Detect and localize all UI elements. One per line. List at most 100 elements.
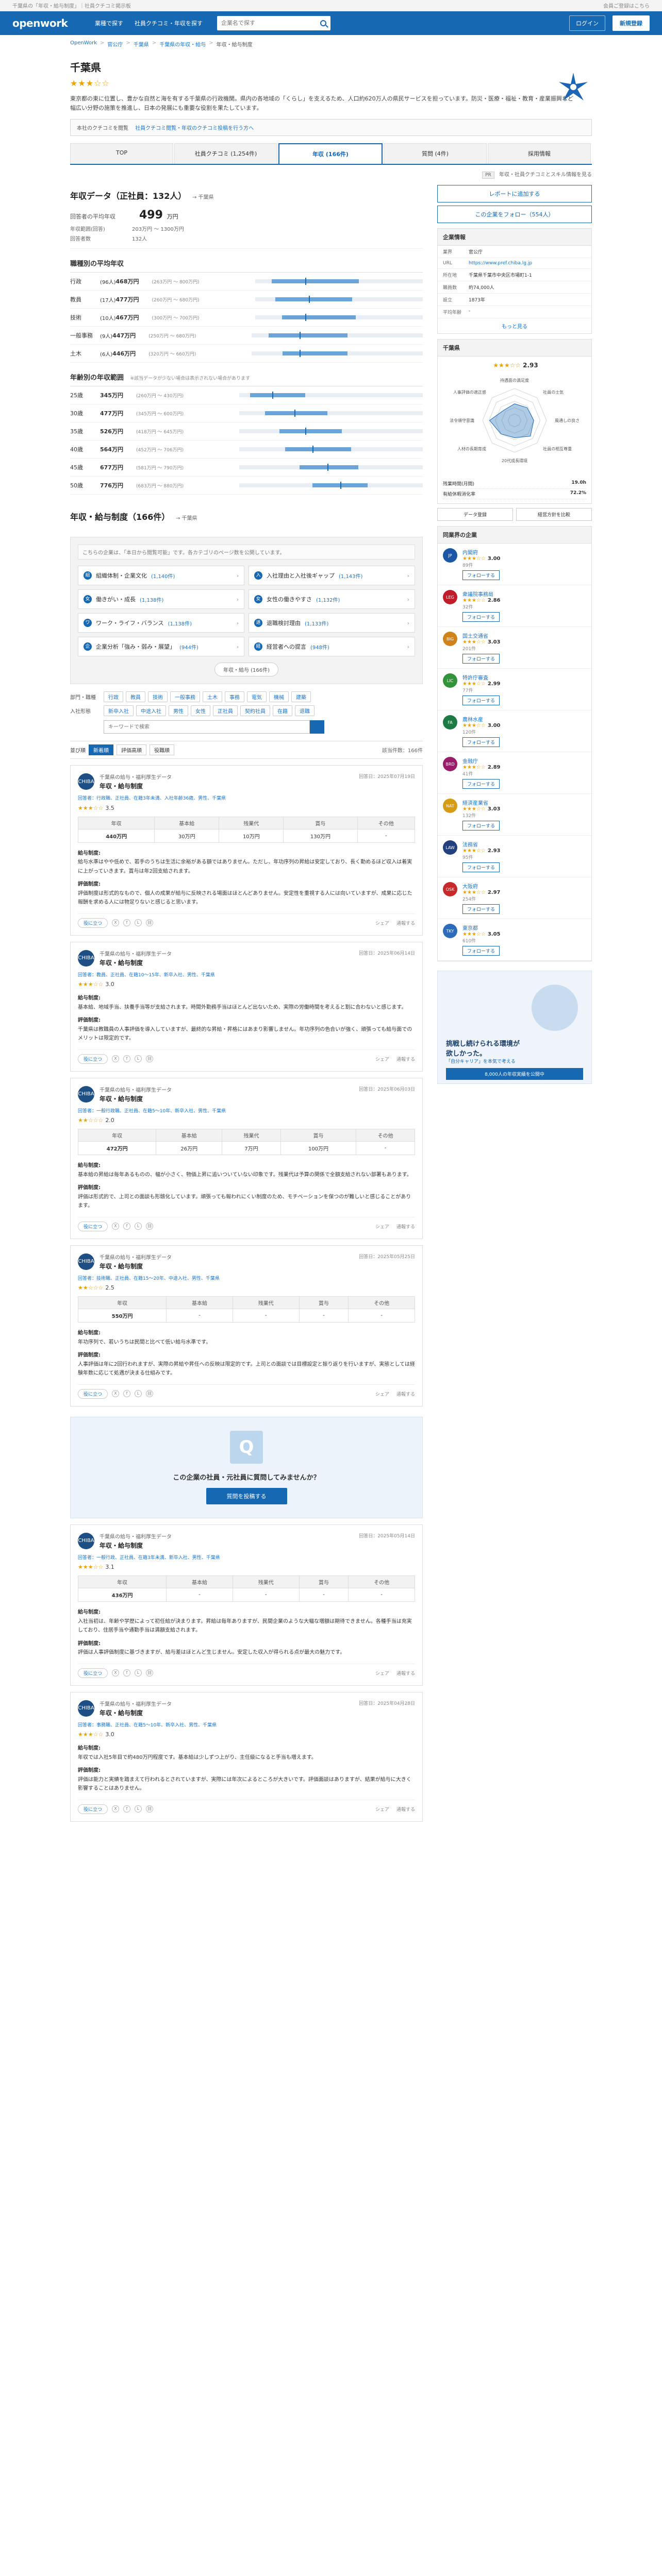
compare-company-name[interactable]: 大阪府 [462,882,501,890]
breadcrumb-item[interactable]: 官公庁 [107,40,123,48]
topic-item[interactable]: 企企業分析「強み・弱み・展望」 (944件) › [78,637,244,657]
review-category[interactable]: 千葉県の給与・福利厚生データ [100,952,172,957]
helpful-button[interactable]: 役に立つ [78,1668,108,1678]
filter-dept-chip[interactable]: 一般事務 [170,691,200,703]
header-search-input[interactable] [221,20,320,26]
login-button[interactable]: ログイン [569,15,605,31]
compare-company-name[interactable]: 金融庁 [462,757,501,765]
filter-dept-chip[interactable]: 建築 [291,691,311,703]
filter-join-chip[interactable]: 在籍 [273,705,292,717]
facebook-icon[interactable]: f [123,1223,131,1230]
follow-button[interactable]: フォローする [462,946,500,956]
report-link[interactable]: 通報する [396,1670,415,1676]
reviews-title-note[interactable]: → 千葉県 [176,516,197,521]
link-icon[interactable]: ⛓ [146,1390,154,1398]
review-category[interactable]: 千葉県の給与・福利厚生データ [100,1088,172,1093]
helpful-button[interactable]: 役に立つ [78,1054,108,1064]
share-link[interactable]: シェア [375,1223,389,1230]
follow-button[interactable]: フォローする [462,904,500,914]
filter-dept-chip[interactable]: 行政 [104,691,123,703]
review-category[interactable]: 千葉県の給与・福利厚生データ [100,1702,172,1707]
breadcrumb-item[interactable]: OpenWork [70,40,97,48]
compare-button[interactable]: 経営方針を比較 [516,508,592,521]
share-link[interactable]: シェア [375,1806,389,1812]
x-share-icon[interactable]: X [112,1390,120,1398]
filter-join-chip[interactable]: 新卒入社 [104,705,134,717]
topic-item[interactable]: 退退職検討理由 (1,133件) › [249,613,415,633]
filter-dept-chip[interactable]: 事務 [225,691,244,703]
keyword-search-button[interactable] [310,720,324,734]
follow-button[interactable]: フォローする [462,570,500,581]
filter-join-chip[interactable]: 男性 [169,705,188,717]
x-share-icon[interactable]: X [112,1669,120,1677]
facebook-icon[interactable]: f [123,919,131,927]
filter-join-chip[interactable]: 女性 [191,705,210,717]
cta-button[interactable]: 質問を投稿する [206,1487,287,1504]
report-link[interactable]: 通報する [396,1056,415,1062]
line-icon[interactable]: L [135,919,142,927]
follow-company-button[interactable]: この企業をフォロー（554人） [437,206,592,224]
share-link[interactable]: シェア [375,920,389,926]
helpful-button[interactable]: 役に立つ [78,1804,108,1814]
register-button[interactable]: 新規登録 [613,15,650,31]
filter-join-chip[interactable]: 退職 [295,705,315,717]
compare-company-name[interactable]: 国土交通省 [462,632,501,639]
ad-cta[interactable]: 8,000人の年収実績を公開中 [446,1068,583,1080]
breadcrumb-item[interactable]: 千葉県 [134,40,149,48]
breadcrumb-item[interactable]: 千葉県の年収・給与 [159,40,206,48]
tab-recruit[interactable]: 採用情報 [488,143,591,164]
search-icon[interactable] [320,20,326,26]
sort-newest[interactable]: 新着順 [89,744,113,756]
ad-banner[interactable]: 挑戦し続けられる環境が 欲しかった。 「自分キャリア」を本気で考える 8,000人… [437,971,592,1084]
sort-rating[interactable]: 評価高順 [117,744,146,756]
follow-button[interactable]: フォローする [462,612,500,622]
compare-company-name[interactable]: 農林水産 [462,715,501,723]
follow-button[interactable]: フォローする [462,696,500,706]
filter-join-chip[interactable]: 中途入社 [136,705,166,717]
filter-dept-chip[interactable]: 技術 [148,691,168,703]
report-link[interactable]: 通報する [396,1806,415,1812]
line-icon[interactable]: L [135,1669,142,1677]
compare-company-name[interactable]: 法務省 [462,840,501,848]
filter-dept-chip[interactable]: 土木 [203,691,222,703]
follow-button[interactable]: フォローする [462,654,500,664]
salary-title-note[interactable]: → 千葉県 [192,195,214,200]
topic-item[interactable]: 組組織体制・企業文化 (1,140件) › [78,566,244,586]
share-link[interactable]: シェア [375,1391,389,1397]
review-category[interactable]: 千葉県の給与・福利厚生データ [100,1255,172,1261]
topic-item[interactable]: 経経営者への提言 (948件) › [249,637,415,657]
notice-link[interactable]: 社員クチコミ閲覧・年収のクチコミ投稿を行う方へ [135,126,254,131]
tab-salary[interactable]: 年収 (166件) [278,143,383,164]
report-link[interactable]: 通報する [396,920,415,926]
review-category[interactable]: 千葉県の給与・福利厚生データ [100,775,172,781]
helpful-button[interactable]: 役に立つ [78,1388,108,1399]
compare-company-name[interactable]: 東京都 [462,924,501,931]
share-link[interactable]: シェア [375,1670,389,1676]
compare-company-name[interactable]: 内閣府 [462,548,501,556]
add-report-button[interactable]: レポートに追加する [437,185,592,203]
topic-item[interactable]: 女女性の働きやすさ (1,132件) › [249,589,415,609]
helpful-button[interactable]: 役に立つ [78,918,108,928]
x-share-icon[interactable]: X [112,1223,120,1230]
topic-item[interactable]: 女働きがい・成長 (1,138件) › [78,589,244,609]
line-icon[interactable]: L [135,1055,142,1063]
topic-item[interactable]: ワワーク・ライフ・バランス (1,138件) › [78,613,244,633]
sub-note-text[interactable]: 年収・社員クチコミとスキル情報を見る [499,172,592,178]
facebook-icon[interactable]: f [123,1805,131,1813]
sort-position[interactable]: 役職順 [150,744,174,756]
filter-join-chip[interactable]: 正社員 [213,705,238,717]
link-icon[interactable]: ⛓ [146,1223,154,1230]
helpful-button[interactable]: 役に立つ [78,1221,108,1231]
link-icon[interactable]: ⛓ [146,1805,154,1813]
link-icon[interactable]: ⛓ [146,1055,154,1063]
follow-button[interactable]: フォローする [462,821,500,831]
follow-button[interactable]: フォローする [462,862,500,873]
tab-questions[interactable]: 質問 (4件) [384,143,487,164]
info-value[interactable]: https://www.pref.chiba.lg.jp [469,261,586,266]
site-logo[interactable]: openwork [12,17,90,29]
line-icon[interactable]: L [135,1390,142,1398]
follow-button[interactable]: フォローする [462,737,500,748]
compare-company-name[interactable]: 経済産業省 [462,799,501,806]
nav-reviews[interactable]: 社員クチコミ・年収を探す [135,19,203,27]
follow-button[interactable]: フォローする [462,779,500,789]
